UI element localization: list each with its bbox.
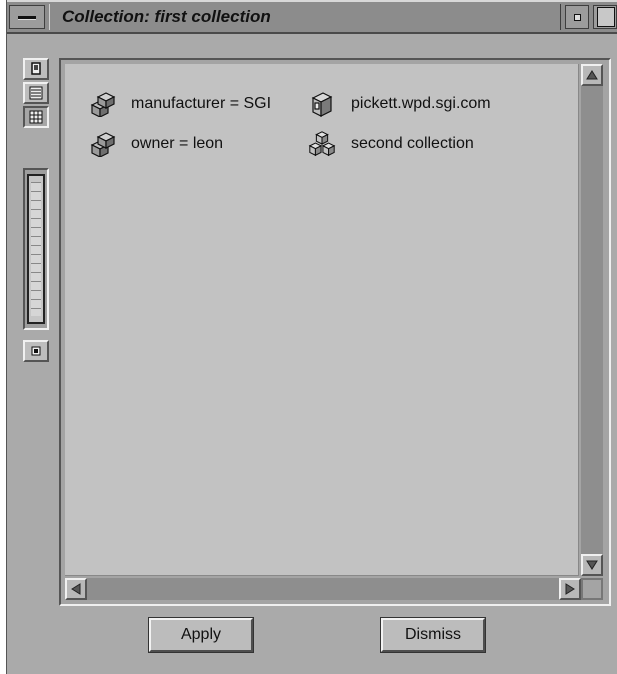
collection-item-second-collection[interactable]: second collection: [307, 128, 474, 160]
arrow-down-icon: [586, 560, 598, 570]
collection-icon: [87, 129, 117, 159]
arrow-up-icon: [586, 70, 598, 80]
item-label: second collection: [351, 135, 474, 152]
list-mode-icon: [29, 86, 43, 100]
maximize-button[interactable]: [593, 5, 617, 29]
minimize-button[interactable]: [565, 5, 589, 29]
list-mode-button[interactable]: [23, 82, 49, 104]
scroll-down-button[interactable]: [581, 554, 603, 576]
view-icon-mode-button[interactable]: [23, 58, 49, 80]
window-menu-button[interactable]: [9, 5, 45, 29]
horizontal-scrollbar[interactable]: [65, 578, 581, 600]
view-icon-mode-icon: [31, 62, 41, 75]
arrow-left-icon: [71, 583, 81, 595]
collection-item-manufacturer[interactable]: manufacturer = SGI: [87, 88, 271, 120]
item-label: manufacturer = SGI: [131, 95, 272, 112]
stop-icon: [31, 346, 41, 356]
item-label: owner = leon: [131, 135, 224, 152]
apply-button[interactable]: Apply: [148, 617, 254, 653]
collection-cubes-icon: [307, 129, 337, 159]
collection-item-host[interactable]: pickett.wpd.sgi.com: [307, 88, 491, 120]
item-label: pickett.wpd.sgi.com: [351, 95, 491, 112]
collection-window: Collection: first collection manufacture…: [6, 0, 617, 674]
collection-panel: manufacturer = SGI pickett.wpd.sgi.com o…: [59, 58, 611, 606]
title-bar[interactable]: Collection: first collection: [7, 0, 617, 34]
dismiss-button[interactable]: Dismiss: [380, 617, 486, 653]
scroll-corner: [581, 578, 603, 600]
minimize-icon: [574, 14, 581, 21]
window-title: Collection: first collection: [62, 7, 271, 26]
window-menu-icon: [18, 16, 36, 19]
collection-items: manufacturer = SGI pickett.wpd.sgi.com o…: [65, 64, 578, 575]
zoom-slider[interactable]: [23, 168, 49, 330]
title-area[interactable]: Collection: first collection: [49, 4, 561, 30]
host-icon: [307, 89, 337, 119]
scroll-up-button[interactable]: [581, 64, 603, 86]
grid-mode-icon: [29, 110, 43, 124]
collection-view[interactable]: manufacturer = SGI pickett.wpd.sgi.com o…: [65, 64, 579, 576]
grid-mode-button[interactable]: [23, 106, 49, 128]
maximize-icon: [597, 7, 615, 27]
collection-item-owner[interactable]: owner = leon: [87, 128, 223, 160]
vertical-scrollbar[interactable]: [581, 64, 603, 576]
collection-icon: [87, 89, 117, 119]
arrow-right-icon: [565, 583, 575, 595]
zoom-slider-thumb[interactable]: [27, 174, 45, 324]
scroll-left-button[interactable]: [65, 578, 87, 600]
stop-button[interactable]: [23, 340, 49, 362]
scroll-right-button[interactable]: [559, 578, 581, 600]
zoom-slider-ticks: [31, 182, 41, 316]
